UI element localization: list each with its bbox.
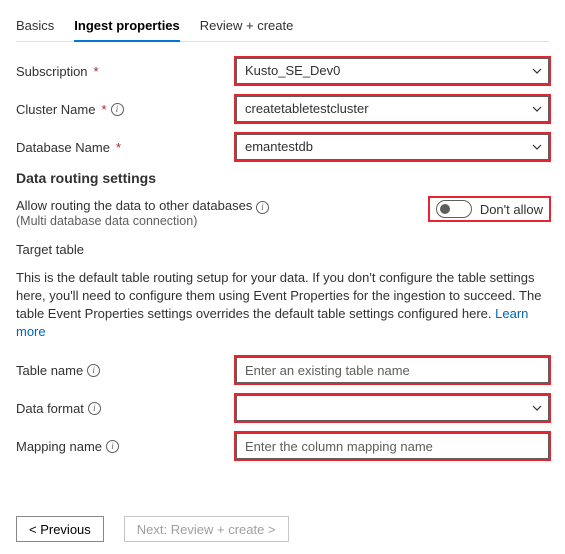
row-allow-routing: Allow routing the data to other database… — [16, 198, 549, 228]
row-mapping-name: Mapping name i — [16, 431, 549, 461]
tab-review-create[interactable]: Review + create — [200, 12, 294, 41]
mapping-name-label: Mapping name — [16, 439, 102, 454]
row-data-format: Data format i — [16, 393, 549, 423]
info-icon[interactable]: i — [111, 103, 124, 116]
allow-routing-toggle[interactable] — [436, 200, 472, 218]
table-name-input[interactable] — [236, 357, 549, 383]
database-name-label: Database Name — [16, 140, 110, 155]
row-cluster-name: Cluster Name * i createtabletestcluster — [16, 94, 549, 124]
allow-routing-sublabel: (Multi database data connection) — [16, 214, 269, 228]
info-icon[interactable]: i — [256, 201, 269, 214]
info-icon[interactable]: i — [88, 402, 101, 415]
data-format-select[interactable] — [236, 395, 549, 421]
cluster-name-label: Cluster Name — [16, 102, 95, 117]
allow-routing-label: Allow routing the data to other database… — [16, 198, 252, 213]
tab-ingest-properties[interactable]: Ingest properties — [74, 12, 179, 41]
info-icon[interactable]: i — [87, 364, 100, 377]
previous-button[interactable]: < Previous — [16, 516, 104, 542]
row-table-name: Table name i — [16, 355, 549, 385]
table-name-label: Table name — [16, 363, 83, 378]
data-routing-heading: Data routing settings — [16, 170, 549, 186]
database-name-select[interactable]: emantestdb — [236, 134, 549, 160]
description-text: This is the default table routing setup … — [16, 270, 541, 321]
required-asterisk: * — [94, 64, 99, 79]
subscription-value: Kusto_SE_Dev0 — [245, 63, 340, 78]
next-review-create-button[interactable]: Next: Review + create > — [124, 516, 289, 542]
required-asterisk: * — [116, 140, 121, 155]
subscription-label: Subscription — [16, 64, 88, 79]
row-database-name: Database Name * emantestdb — [16, 132, 549, 162]
target-table-description: This is the default table routing setup … — [16, 269, 549, 342]
required-asterisk: * — [101, 102, 106, 117]
tab-basics[interactable]: Basics — [16, 12, 54, 41]
mapping-name-input[interactable] — [236, 433, 549, 459]
data-format-label: Data format — [16, 401, 84, 416]
cluster-name-select[interactable]: createtabletestcluster — [236, 96, 549, 122]
database-name-value: emantestdb — [245, 139, 313, 154]
cluster-name-value: createtabletestcluster — [245, 101, 369, 116]
info-icon[interactable]: i — [106, 440, 119, 453]
tab-bar: Basics Ingest properties Review + create — [16, 12, 549, 42]
row-subscription: Subscription * Kusto_SE_Dev0 — [16, 56, 549, 86]
target-table-heading: Target table — [16, 242, 549, 257]
footer-actions: < Previous Next: Review + create > — [16, 516, 289, 542]
subscription-select[interactable]: Kusto_SE_Dev0 — [236, 58, 549, 84]
toggle-state-label: Don't allow — [480, 202, 543, 217]
